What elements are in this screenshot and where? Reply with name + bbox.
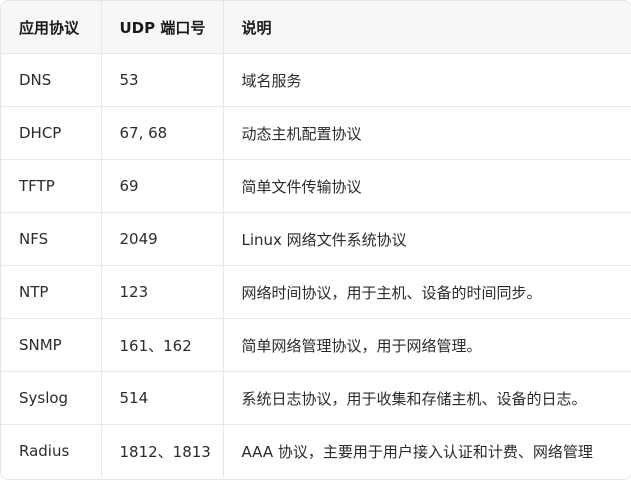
table-row: NTP 123 网络时间协议，用于主机、设备的时间同步。 <box>1 265 631 319</box>
table-header-row: 应用协议 UDP 端口号 说明 <box>1 1 631 54</box>
cell-port: 1812、1813 <box>101 424 224 477</box>
table-row: DNS 53 域名服务 <box>1 53 631 107</box>
cell-description: 网络时间协议，用于主机、设备的时间同步。 <box>223 265 631 319</box>
table-row: Syslog 514 系统日志协议，用于收集和存储主机、设备的日志。 <box>1 371 631 425</box>
cell-port: 514 <box>101 371 224 425</box>
table-body: DNS 53 域名服务 DHCP 67, 68 动态主机配置协议 TFTP 69… <box>1 53 631 477</box>
cell-port: 123 <box>101 265 224 319</box>
header-protocol: 应用协议 <box>1 1 102 54</box>
cell-port: 53 <box>101 53 224 107</box>
cell-description: 系统日志协议，用于收集和存储主机、设备的日志。 <box>223 371 631 425</box>
cell-protocol: DNS <box>1 53 102 107</box>
cell-protocol: DHCP <box>1 106 102 160</box>
header-description: 说明 <box>223 1 631 54</box>
cell-port: 69 <box>101 159 224 213</box>
table-row: NFS 2049 Linux 网络文件系统协议 <box>1 212 631 266</box>
cell-port: 161、162 <box>101 318 224 372</box>
table-header: 应用协议 UDP 端口号 说明 <box>1 1 631 54</box>
udp-protocol-table-container: 应用协议 UDP 端口号 说明 DNS 53 域名服务 DHCP 67, 68 … <box>0 0 631 480</box>
cell-port: 67, 68 <box>101 106 224 160</box>
table-row: TFTP 69 简单文件传输协议 <box>1 159 631 213</box>
cell-protocol: Radius <box>1 424 102 477</box>
cell-description: 域名服务 <box>223 53 631 107</box>
cell-protocol: NTP <box>1 265 102 319</box>
cell-protocol: TFTP <box>1 159 102 213</box>
cell-description: 动态主机配置协议 <box>223 106 631 160</box>
table-row: SNMP 161、162 简单网络管理协议，用于网络管理。 <box>1 318 631 372</box>
cell-port: 2049 <box>101 212 224 266</box>
cell-protocol: SNMP <box>1 318 102 372</box>
cell-description: Linux 网络文件系统协议 <box>223 212 631 266</box>
cell-description: 简单网络管理协议，用于网络管理。 <box>223 318 631 372</box>
udp-protocol-table: 应用协议 UDP 端口号 说明 DNS 53 域名服务 DHCP 67, 68 … <box>1 1 631 477</box>
cell-protocol: Syslog <box>1 371 102 425</box>
cell-description: 简单文件传输协议 <box>223 159 631 213</box>
table-row: DHCP 67, 68 动态主机配置协议 <box>1 106 631 160</box>
table-row: Radius 1812、1813 AAA 协议，主要用于用户接入认证和计费、网络… <box>1 424 631 477</box>
cell-protocol: NFS <box>1 212 102 266</box>
cell-description: AAA 协议，主要用于用户接入认证和计费、网络管理 <box>241 442 593 461</box>
header-udp-port: UDP 端口号 <box>101 1 224 54</box>
